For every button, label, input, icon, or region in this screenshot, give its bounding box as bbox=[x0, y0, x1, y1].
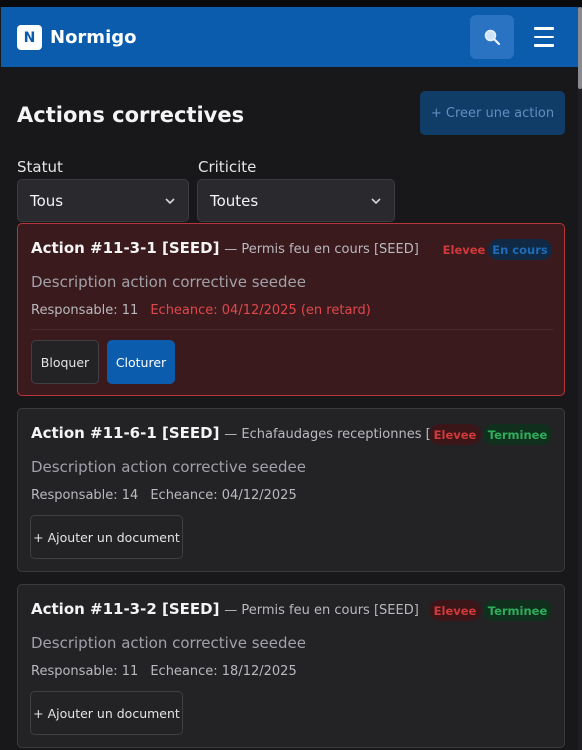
action-id: Action #11-6-1 [SEED] bbox=[31, 424, 220, 442]
chevron-down-icon bbox=[371, 198, 381, 205]
logo-letter: N bbox=[23, 29, 36, 46]
add-document-button[interactable]: + Ajouter un document bbox=[30, 691, 183, 735]
card-divider bbox=[31, 329, 553, 330]
status-badge: En cours bbox=[488, 239, 552, 260]
criticity-filter-select[interactable]: Toutes bbox=[197, 179, 395, 222]
action-card[interactable]: Action #11-3-1 [SEED] — Permis feu en co… bbox=[17, 223, 565, 396]
status-badge: Terminee bbox=[483, 600, 552, 621]
action-context: — Permis feu en cours [SEED] bbox=[224, 242, 419, 257]
action-id: Action #11-3-2 [SEED] bbox=[31, 600, 220, 618]
action-title: Action #11-3-2 [SEED] — Permis feu en co… bbox=[31, 599, 419, 621]
window-top-edge bbox=[0, 0, 582, 7]
scrollbar-thumb[interactable] bbox=[578, 7, 582, 89]
action-owner: Responsable: 11 bbox=[31, 664, 139, 679]
status-filter-label: Statut bbox=[17, 158, 63, 176]
action-deadline: Echeance: 18/12/2025 bbox=[150, 664, 297, 679]
search-icon bbox=[484, 29, 501, 46]
criticity-badge: Elevee bbox=[429, 424, 481, 445]
action-owner: Responsable: 14 bbox=[31, 488, 139, 503]
chevron-down-icon bbox=[165, 198, 175, 205]
action-meta: Responsable: 14 Echeance: 04/12/2025 bbox=[31, 487, 297, 505]
action-context: — Permis feu en cours [SEED] bbox=[224, 603, 419, 618]
hamburger-menu-icon bbox=[534, 27, 554, 30]
action-meta: Responsable: 11 Echeance: 18/12/2025 bbox=[31, 663, 297, 681]
close-action-button[interactable]: Cloturer bbox=[107, 340, 175, 384]
action-title: Action #11-3-1 [SEED] — Permis feu en co… bbox=[31, 238, 419, 260]
hamburger-line bbox=[534, 44, 554, 47]
action-card[interactable]: Action #11-3-2 [SEED] — Permis feu en co… bbox=[17, 584, 565, 748]
action-title: Action #11-6-1 [SEED] — Echafaudages rec… bbox=[31, 423, 470, 445]
page-title: Actions correctives bbox=[17, 103, 245, 127]
action-description: Description action corrective seedee bbox=[31, 634, 306, 652]
create-action-button[interactable]: + Creer une action bbox=[420, 91, 565, 135]
app-header: N Normigo bbox=[1, 7, 578, 67]
criticity-badge: Elevee bbox=[429, 600, 481, 621]
block-button[interactable]: Bloquer bbox=[31, 340, 99, 384]
action-meta: Responsable: 11 Echeance: 04/12/2025 (en … bbox=[31, 302, 371, 320]
action-deadline-late: Echeance: 04/12/2025 (en retard) bbox=[150, 303, 371, 318]
action-owner: Responsable: 11 bbox=[31, 303, 139, 318]
action-deadline: Echeance: 04/12/2025 bbox=[150, 488, 297, 503]
action-card[interactable]: Action #11-6-1 [SEED] — Echafaudages rec… bbox=[17, 408, 565, 572]
status-filter-value: Tous bbox=[30, 191, 64, 210]
action-description: Description action corrective seedee bbox=[31, 273, 306, 291]
scrollbar[interactable] bbox=[578, 7, 582, 750]
criticity-badge: Elevee bbox=[442, 242, 486, 257]
action-description: Description action corrective seedee bbox=[31, 458, 306, 476]
search-button[interactable] bbox=[470, 15, 514, 59]
criticity-filter-label: Criticite bbox=[198, 158, 257, 176]
add-document-button[interactable]: + Ajouter un document bbox=[30, 515, 183, 559]
action-id: Action #11-3-1 [SEED] bbox=[31, 239, 220, 257]
hamburger-line bbox=[534, 35, 554, 39]
status-badge: Terminee bbox=[483, 424, 552, 445]
logo[interactable]: N bbox=[17, 25, 42, 50]
menu-button[interactable] bbox=[529, 21, 559, 53]
criticity-filter-value: Toutes bbox=[210, 191, 259, 210]
status-filter-select[interactable]: Tous bbox=[17, 179, 189, 222]
brand-name[interactable]: Normigo bbox=[50, 25, 136, 51]
